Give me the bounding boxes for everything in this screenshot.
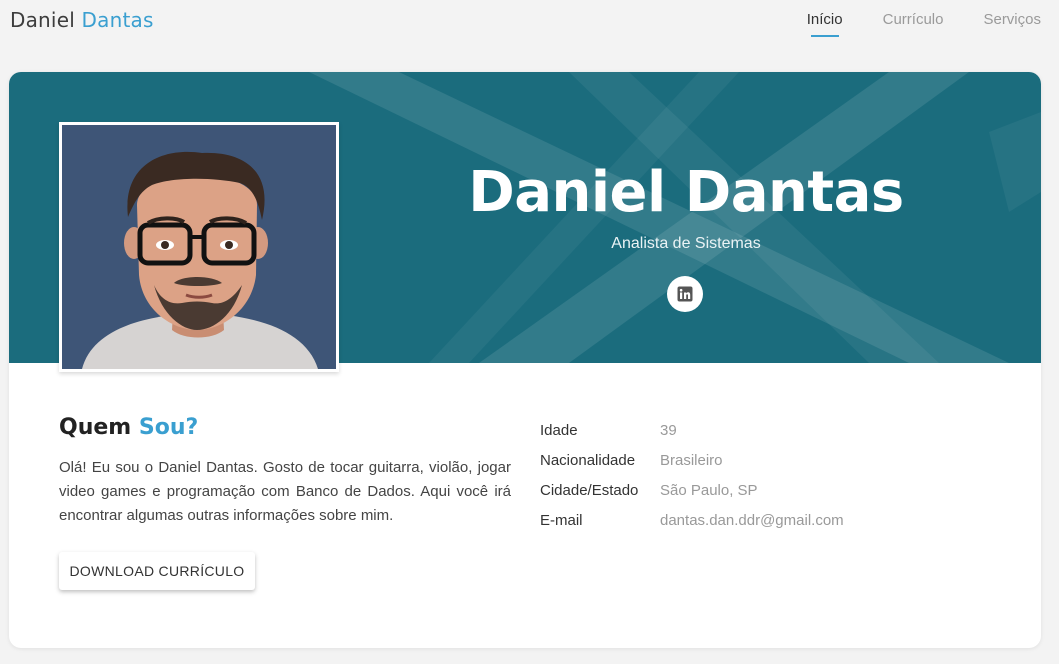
info-row-nationality: Nacionalidade Brasileiro [540,445,844,475]
hero-name: Daniel Dantas [468,160,904,225]
hero-role: Analista de Sistemas [611,235,761,252]
info-list: Idade 39 Nacionalidade Brasileiro Cidade… [540,415,844,535]
logo-last-name: Dantas [81,8,154,32]
info-value: dantas.dan.ddr@gmail.com [660,511,844,529]
info-row-city: Cidade/Estado São Paulo, SP [540,475,844,505]
about-title-first: Quem [59,415,132,440]
nav-inicio[interactable]: Início [807,11,843,37]
linkedin-button[interactable] [667,276,703,312]
info-label: Cidade/Estado [540,481,639,499]
info-row-email: E-mail dantas.dan.ddr@gmail.com [540,505,844,535]
linkedin-icon [677,286,693,302]
about-title: Quem Sou? [59,415,198,440]
main-nav: Início Currículo Serviços [807,11,1041,37]
site-logo[interactable]: Daniel Dantas [10,8,154,32]
info-label: Nacionalidade [540,451,636,469]
nav-curriculo[interactable]: Currículo [883,11,944,34]
info-value: São Paulo, SP [660,481,758,499]
info-label: E-mail [540,511,583,529]
info-value: Brasileiro [660,451,723,469]
logo-first-name: Daniel [10,8,75,32]
avatar-illustration [62,125,336,369]
nav-servicos[interactable]: Serviços [983,11,1041,34]
info-row-age: Idade 39 [540,415,844,445]
about-text: Olá! Eu sou o Daniel Dantas. Gosto de to… [59,459,511,524]
info-label: Idade [540,421,578,439]
download-cv-button[interactable]: DOWNLOAD CURRÍCULO [59,552,255,590]
info-value: 39 [660,421,677,439]
profile-card: Daniel Dantas Analista de Sistemas Quem … [9,72,1041,648]
profile-photo [59,122,339,372]
about-title-accent: Sou? [138,415,199,440]
